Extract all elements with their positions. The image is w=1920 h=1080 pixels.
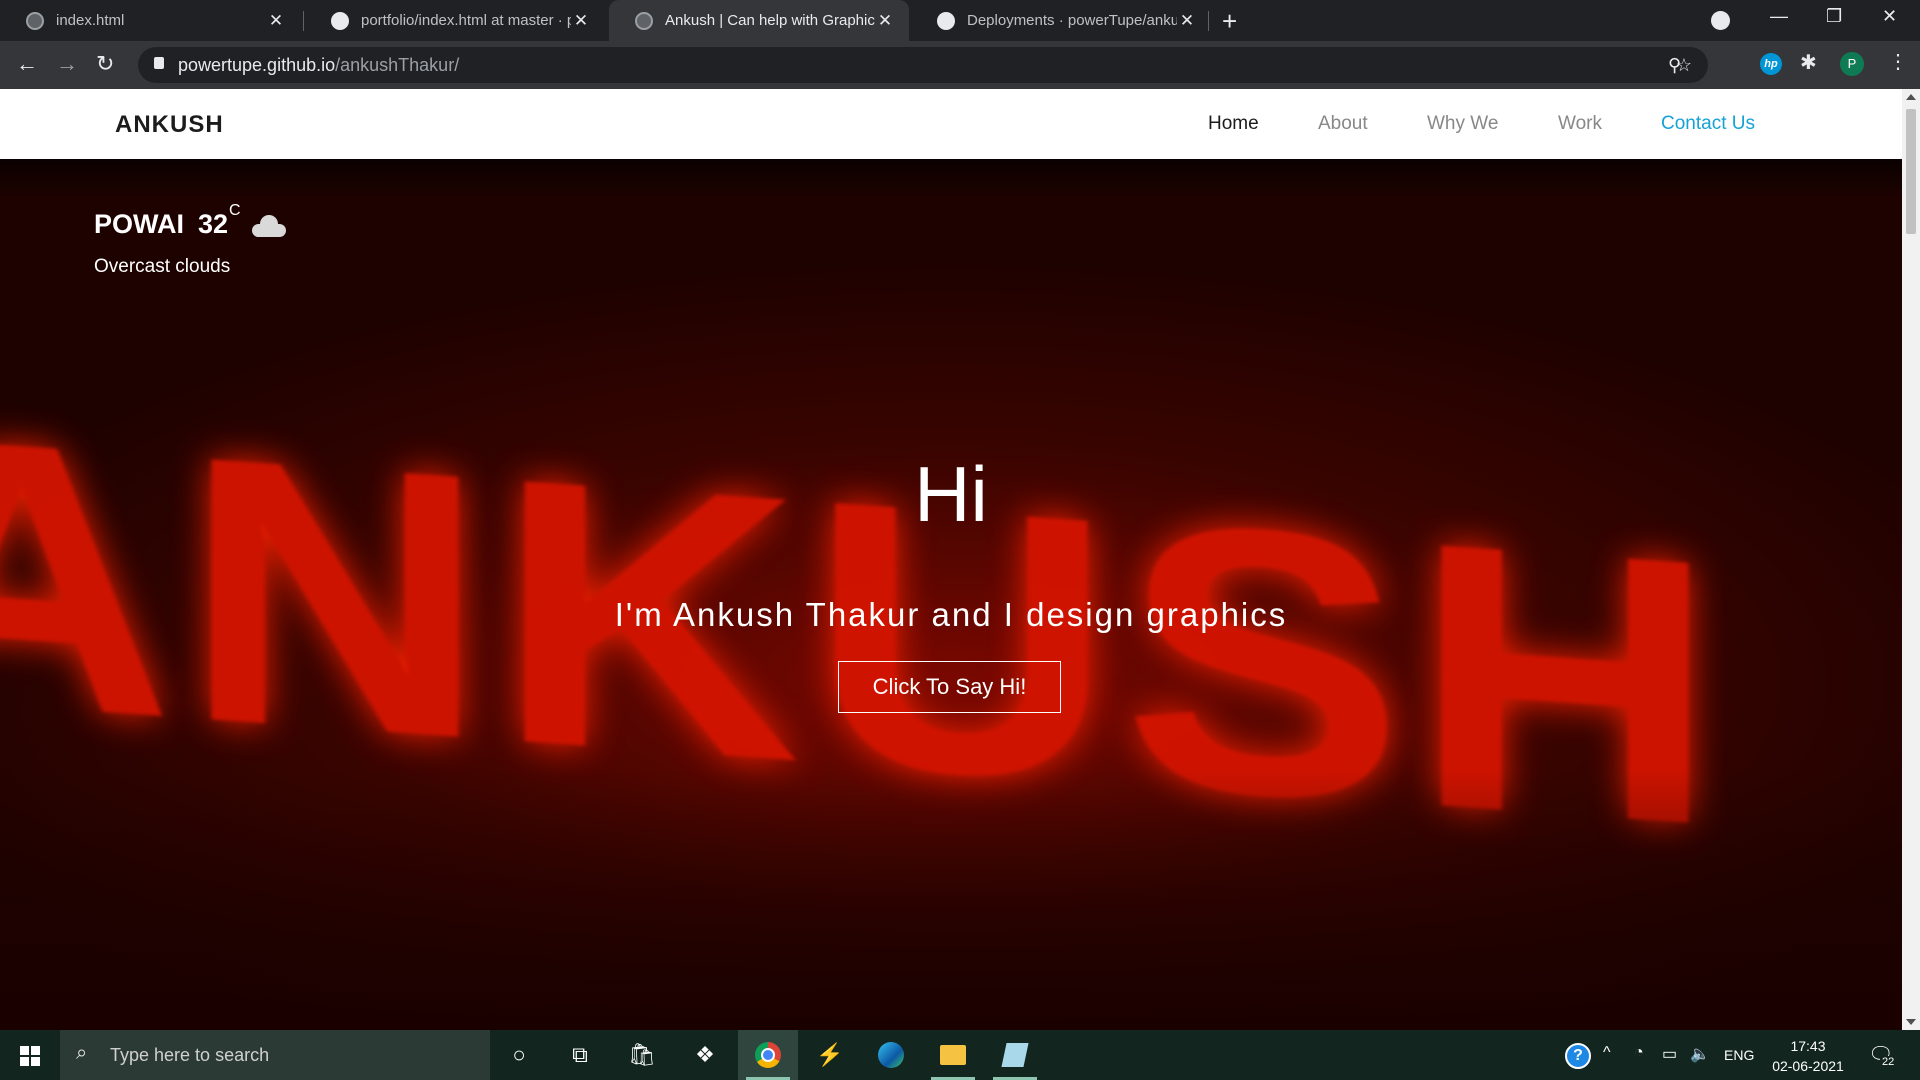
scroll-down-arrow[interactable]: [1906, 1019, 1916, 1025]
search-placeholder: Type here to search: [110, 1045, 270, 1065]
say-hi-button[interactable]: Click To Say Hi!: [838, 661, 1061, 713]
file-explorer-icon[interactable]: [938, 1040, 968, 1070]
edge-icon[interactable]: [876, 1040, 906, 1070]
hero-section: ANKUSH POWAI 32 C Overcast clouds Hi I'm…: [0, 159, 1902, 1030]
nav-home[interactable]: Home: [1208, 113, 1259, 135]
tab-separator: [303, 11, 304, 31]
bookmark-star-icon[interactable]: ☆: [1676, 55, 1692, 76]
chevron-up-icon[interactable]: ^: [1603, 1044, 1611, 1062]
globe-icon: [635, 11, 653, 30]
window-close-button[interactable]: ✕: [1882, 6, 1897, 27]
minimize-button[interactable]: —: [1770, 6, 1788, 27]
hero-fade: [0, 770, 1902, 1030]
close-icon[interactable]: ✕: [266, 11, 286, 31]
notification-count: 22: [1880, 1056, 1897, 1068]
cloud-icon: [252, 215, 286, 237]
extensions-puzzle-icon[interactable]: ✱: [1800, 50, 1817, 75]
address-bar[interactable]: powertupe.github.io/ankushThakur/ ⚲ ☆: [138, 47, 1708, 83]
forward-arrow-icon[interactable]: →: [56, 51, 78, 77]
tab-title: index.html: [56, 12, 125, 29]
nav-why-we[interactable]: Why We: [1427, 113, 1498, 135]
reload-icon[interactable]: ↻: [96, 51, 114, 77]
store-icon[interactable]: 🛍: [627, 1040, 657, 1070]
volume-icon[interactable]: 🔈: [1690, 1044, 1710, 1064]
notepad-icon[interactable]: [1000, 1040, 1030, 1070]
tab-search-icon[interactable]: [1711, 11, 1730, 30]
tab-title: Ankush | Can help with Graphic: [665, 12, 875, 29]
language-indicator[interactable]: ENG: [1724, 1047, 1754, 1063]
clock-time: 17:43: [1790, 1038, 1826, 1054]
weather-unit: C: [229, 202, 241, 219]
tab-github-deployments[interactable]: Deployments · powerTupe/ankus ✕: [911, 0, 1211, 41]
nav-about[interactable]: About: [1318, 113, 1368, 135]
browser-toolbar: ← → ↻ powertupe.github.io/ankushThakur/ …: [0, 41, 1920, 89]
tab-title: Deployments · powerTupe/ankus: [967, 12, 1177, 29]
tab-title: portfolio/index.html at master · p: [361, 12, 571, 29]
hero-shadow: [0, 159, 1902, 199]
help-icon[interactable]: ?: [1565, 1043, 1591, 1069]
tab-index-html[interactable]: index.html ✕: [0, 0, 300, 41]
scroll-thumb[interactable]: [1906, 109, 1916, 234]
lock-icon: [154, 57, 164, 69]
github-icon: [331, 11, 349, 30]
system-clock[interactable]: 17:43 02-06-2021: [1768, 1036, 1848, 1076]
hero-tagline: I'm Ankush Thakur and I design graphics: [614, 596, 1288, 633]
vscode-icon[interactable]: ⚡: [815, 1040, 845, 1070]
close-icon[interactable]: ✕: [571, 11, 591, 31]
weather-description: Overcast clouds: [94, 256, 231, 277]
page-viewport: ANKUSH Home About Why We Work Contact Us…: [0, 89, 1920, 1030]
page-scrollbar[interactable]: [1902, 89, 1920, 1030]
url-text: powertupe.github.io/ankushThakur/: [178, 55, 460, 75]
dropbox-icon[interactable]: ❖: [690, 1040, 720, 1070]
cortana-icon[interactable]: ○: [504, 1040, 534, 1070]
battery-icon[interactable]: ▭: [1662, 1044, 1677, 1064]
tab-separator: [1208, 11, 1209, 31]
close-icon[interactable]: ✕: [875, 11, 895, 31]
back-arrow-icon[interactable]: ←: [16, 51, 38, 77]
restore-button[interactable]: ❐: [1826, 6, 1842, 27]
close-icon[interactable]: ✕: [1177, 11, 1197, 31]
nav-work[interactable]: Work: [1558, 113, 1602, 135]
chrome-icon[interactable]: [753, 1040, 783, 1070]
github-icon: [937, 11, 955, 30]
browser-tabstrip: index.html ✕ portfolio/index.html at mas…: [0, 0, 1920, 41]
weather-city: POWAI: [94, 209, 185, 239]
windows-start-icon[interactable]: [20, 1046, 40, 1066]
nav-contact-us[interactable]: Contact Us: [1661, 113, 1755, 135]
wifi-icon[interactable]: ◔: [1634, 1044, 1644, 1062]
new-tab-button[interactable]: +: [1222, 6, 1237, 37]
windows-taskbar: ⌕ Type here to search ○ ⧉ 🛍 ❖ ⚡ ? ^ ◔ ▭ …: [0, 1030, 1920, 1080]
site-brand[interactable]: ANKUSH: [115, 111, 224, 139]
search-icon: ⌕: [76, 1042, 88, 1064]
hero-greeting: Hi: [914, 450, 988, 538]
scroll-up-arrow[interactable]: [1906, 94, 1916, 100]
tab-ankush-portfolio[interactable]: Ankush | Can help with Graphic ✕: [609, 0, 909, 41]
tab-github-portfolio[interactable]: portfolio/index.html at master · p ✕: [305, 0, 605, 41]
task-view-icon[interactable]: ⧉: [565, 1040, 595, 1070]
hp-extension-icon[interactable]: hp: [1760, 53, 1782, 75]
browser-menu-icon[interactable]: ⋮: [1888, 49, 1908, 74]
weather-temperature: 32: [198, 209, 229, 239]
profile-avatar[interactable]: P: [1840, 52, 1864, 76]
site-navbar: ANKUSH Home About Why We Work Contact Us: [0, 89, 1902, 159]
clock-date: 02-06-2021: [1772, 1058, 1844, 1074]
taskbar-search-box[interactable]: ⌕ Type here to search: [60, 1030, 490, 1080]
globe-icon: [26, 11, 44, 30]
